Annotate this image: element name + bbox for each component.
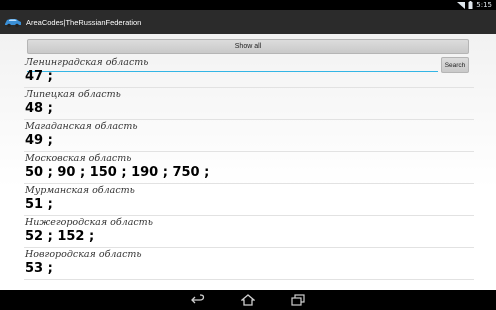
area-codes: 48 ;	[25, 101, 53, 116]
list-item[interactable]: Новгородская область 53 ;	[24, 248, 474, 280]
area-codes: 51 ;	[25, 197, 53, 212]
navigation-bar	[0, 290, 496, 310]
list-item[interactable]: Ленинградская область 47 ;	[24, 56, 474, 88]
area-codes: 49 ;	[25, 133, 53, 148]
home-icon[interactable]	[241, 294, 255, 306]
recents-icon[interactable]	[291, 294, 305, 306]
back-icon[interactable]	[191, 294, 205, 306]
region-name: Ленинградская область	[25, 57, 149, 68]
action-bar: AreaCodes|TheRussianFederation	[0, 10, 496, 34]
region-name: Новгородская область	[25, 249, 142, 260]
show-all-button[interactable]: Show all	[27, 39, 469, 54]
list-item[interactable]: Мурманская область 51 ;	[24, 184, 474, 216]
area-codes: 47 ;	[25, 69, 53, 84]
list-item[interactable]: Нижегородская область 52 ; 152 ;	[24, 216, 474, 248]
list-item[interactable]: Магаданская область 49 ;	[24, 120, 474, 152]
area-codes: 50 ; 90 ; 150 ; 190 ; 750 ;	[25, 165, 210, 180]
car-icon[interactable]	[4, 16, 22, 28]
area-codes: 52 ; 152 ;	[25, 229, 95, 244]
region-name: Магаданская область	[25, 121, 138, 132]
area-codes: 53 ;	[25, 261, 53, 276]
wifi-icon	[457, 1, 466, 9]
region-name: Нижегородская область	[25, 217, 153, 228]
region-name: Московская область	[25, 153, 132, 164]
app-title: AreaCodes|TheRussianFederation	[26, 17, 142, 27]
region-name: Мурманская область	[25, 185, 135, 196]
status-bar: 5:15	[0, 0, 496, 10]
main-content: Show all Search Ленинградская область 47…	[0, 34, 496, 290]
list-item[interactable]: Липецкая область 48 ;	[24, 88, 474, 120]
list-item[interactable]: Московская область 50 ; 90 ; 150 ; 190 ;…	[24, 152, 474, 184]
status-icons: 5:15	[457, 0, 492, 10]
status-time: 5:15	[476, 1, 492, 9]
region-name: Липецкая область	[25, 89, 121, 100]
battery-icon	[468, 1, 473, 9]
